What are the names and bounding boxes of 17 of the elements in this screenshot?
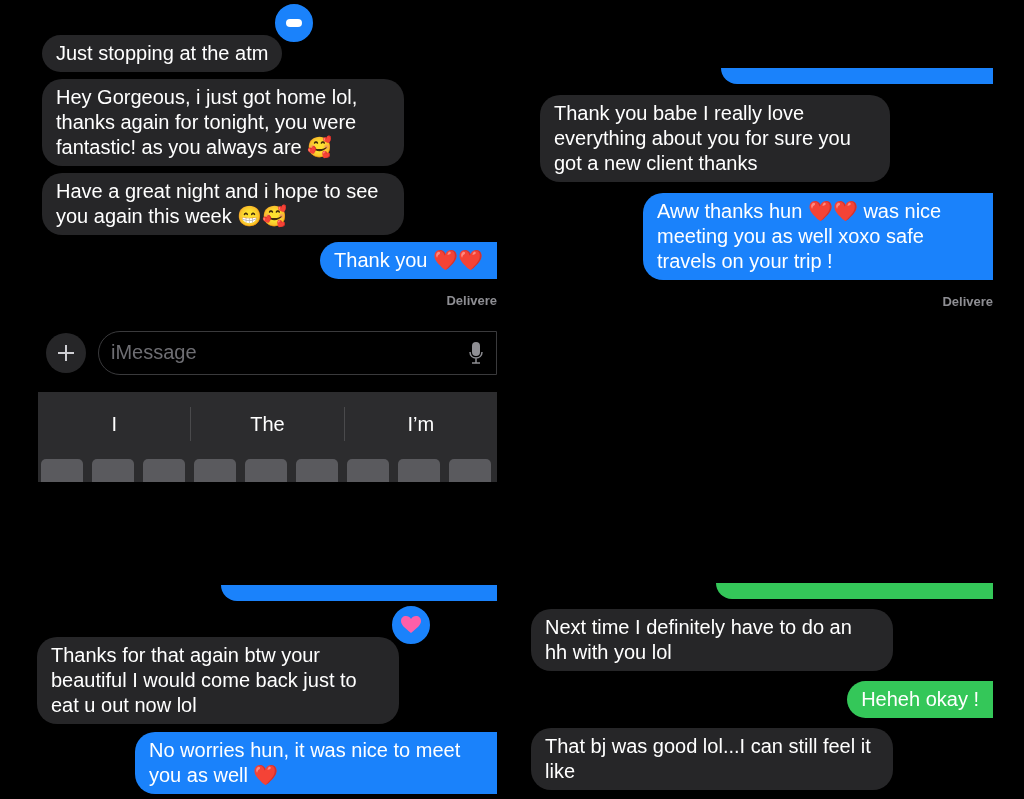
- word-suggestion[interactable]: I: [38, 408, 191, 439]
- received-message: Thank you babe I really love everything about you for sure you got a new client thanks: [540, 95, 890, 182]
- received-message: Thanks for that again btw your beautiful I would come back just to eat u out now lol: [37, 637, 399, 724]
- message-field[interactable]: iMessage: [98, 330, 497, 375]
- delivery-status: Delivere: [942, 293, 993, 311]
- received-message: Next time I definitely have to do an hh with you lol: [531, 609, 893, 671]
- received-message: Have a great night and i hope to see you again this week 😁🥰: [42, 173, 404, 235]
- received-message: Hey Gorgeous, i just got home lol, thanks again for tonight, you were fantastic! as you always are 🥰: [42, 79, 404, 166]
- received-message: Just stopping at the atm: [42, 35, 283, 72]
- received-message: That bj was good lol...I can still feel it like: [531, 728, 893, 790]
- word-suggestion[interactable]: The: [191, 408, 344, 439]
- sent-message: Heheh okay !: [847, 681, 993, 718]
- sent-message: Thank you ❤❤: [320, 242, 497, 279]
- sent-message: No worries hun, it was nice to meet you as well ❤: [135, 732, 497, 794]
- word-suggestion[interactable]: I’m: [344, 408, 497, 439]
- sent-message: Aww thanks hun ❤❤ was nice meeting you as well xoxo safe travels on your trip !: [643, 193, 993, 280]
- delivery-status: Delivere: [446, 292, 497, 310]
